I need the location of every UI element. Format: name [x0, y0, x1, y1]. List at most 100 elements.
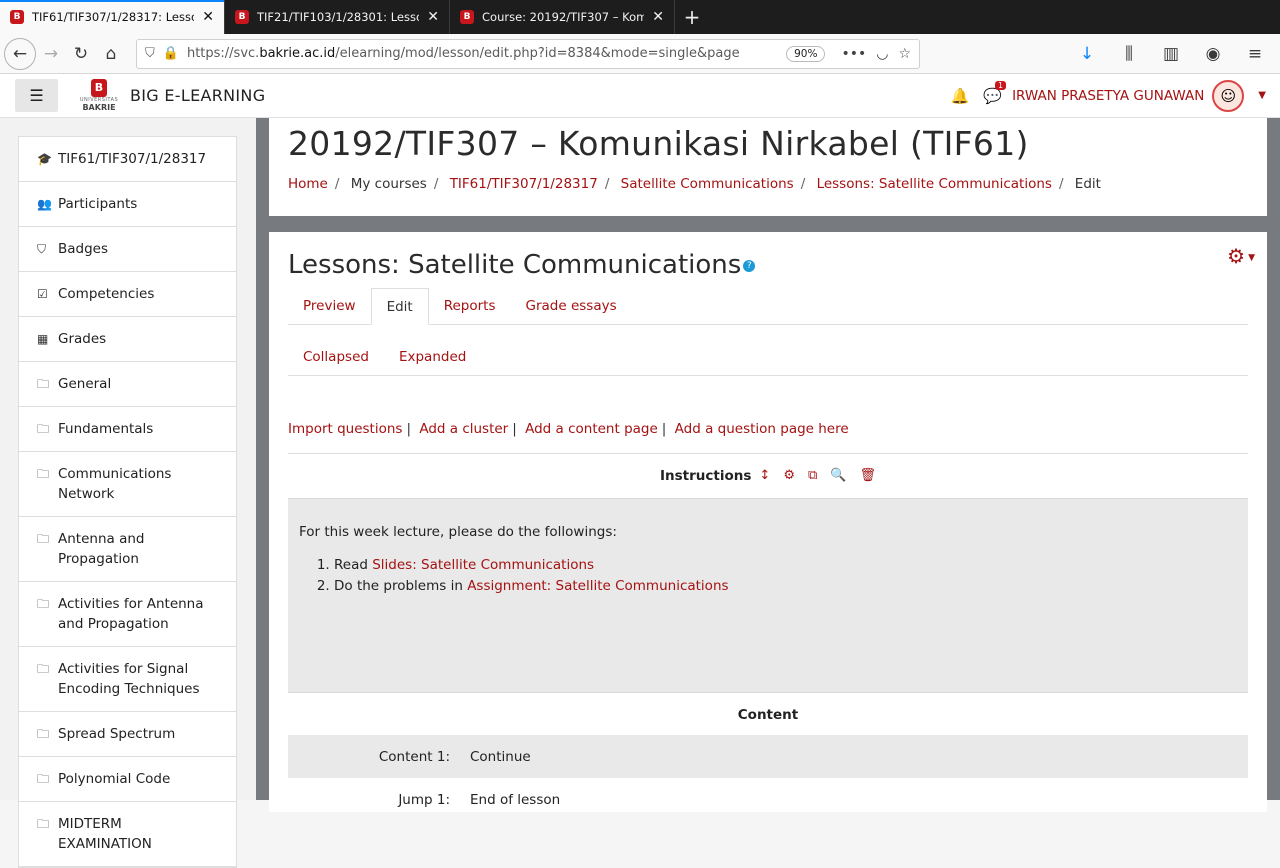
user-name[interactable]: IRWAN PRASETYA GUNAWAN	[1012, 88, 1204, 104]
breadcrumb-section[interactable]: Satellite Communications	[621, 176, 794, 192]
sidebar-item-polynomial-code[interactable]: 🗀 Polynomial Code	[19, 757, 236, 802]
preview-icon[interactable]: 🔍	[830, 468, 846, 483]
folder-icon: 🗀	[37, 727, 50, 741]
zoom-indicator[interactable]: 90%	[786, 45, 826, 62]
breadcrumb-course[interactable]: TIF61/TIF307/1/28317	[450, 176, 598, 192]
avatar[interactable]: ☺	[1212, 79, 1245, 112]
browser-tab-bar: B TIF61/TIF307/1/28317: Lesson ✕ B TIF21…	[0, 0, 1280, 34]
add-content-page-link[interactable]: Add a content page	[525, 421, 658, 437]
new-tab-button[interactable]: +	[675, 0, 709, 34]
move-icon[interactable]: ↕	[759, 468, 770, 483]
tab-expanded[interactable]: Expanded	[384, 339, 481, 375]
chevron-down-icon[interactable]: ▼	[1258, 90, 1266, 101]
library-icon[interactable]: ⫼	[1114, 39, 1144, 69]
site-header: ☰ B UNIVERSITAS BAKRIE BIG E-LEARNING 🔔 …	[0, 74, 1280, 118]
message-badge: 1	[994, 80, 1007, 90]
home-button[interactable]: ⌂	[96, 39, 126, 69]
notification-bell-icon[interactable]: 🔔	[951, 87, 970, 105]
browser-tab[interactable]: B TIF61/TIF307/1/28317: Lesson ✕	[0, 0, 225, 34]
instructions-list: Read Slides: Satellite Communications Do…	[334, 555, 1237, 597]
course-nav: 🎓 TIF61/TIF307/1/28317 👥 Participants ⛉ Bad…	[18, 136, 237, 868]
account-icon[interactable]: ◉	[1198, 39, 1228, 69]
assignment-link[interactable]: Assignment: Satellite Communications	[467, 578, 728, 594]
tab-edit[interactable]: Edit	[370, 288, 429, 325]
breadcrumb-home[interactable]: Home	[288, 176, 328, 192]
tab-reports[interactable]: Reports	[429, 288, 511, 324]
table-icon: ▦	[37, 332, 49, 346]
lesson-tabs: Preview Edit Reports Grade essays	[288, 288, 1248, 325]
site-logo[interactable]: B UNIVERSITAS BAKRIE	[76, 78, 122, 113]
page-title: 20192/TIF307 – Komunikasi Nirkabel (TIF6…	[288, 124, 1029, 163]
import-questions-link[interactable]: Import questions	[288, 421, 402, 437]
checkbox-icon: ☑	[37, 287, 48, 301]
breadcrumb-lesson[interactable]: Lessons: Satellite Communications	[817, 176, 1052, 192]
logo-mark-icon: B	[91, 78, 107, 97]
url-bar[interactable]: ⛉ 🔒 https://svc.bakrie.ac.id/elearning/m…	[136, 38, 920, 69]
close-icon[interactable]: ✕	[652, 9, 664, 25]
close-icon[interactable]: ✕	[427, 9, 439, 25]
duplicate-icon[interactable]: ⧉	[808, 468, 817, 483]
tab-preview[interactable]: Preview	[288, 288, 371, 324]
sidebar-item-label: Badges	[58, 241, 109, 257]
breadcrumb-my-courses: My courses	[350, 176, 427, 192]
trash-icon[interactable]: 🗑	[859, 468, 876, 483]
browser-tab[interactable]: B Course: 20192/TIF307 – Komu ✕	[450, 0, 675, 34]
sidebar-item-grades[interactable]: ▦ Grades	[19, 317, 236, 362]
forward-button[interactable]: →	[36, 39, 66, 69]
sidebar-item-communications-network[interactable]: 🗀 Communications Network	[19, 452, 236, 517]
tab-title: TIF21/TIF103/1/28301: Lesson	[257, 10, 420, 24]
folder-icon: 🗀	[37, 422, 50, 436]
sidebar-item-course[interactable]: 🎓 TIF61/TIF307/1/28317	[19, 137, 236, 182]
more-icon[interactable]: •••	[841, 46, 866, 62]
content-heading: Content	[737, 706, 799, 723]
sidebar-item-badges[interactable]: ⛉ Badges	[19, 227, 236, 272]
drawer-toggle-button[interactable]: ☰	[15, 79, 58, 112]
sidebar-item-activities-antenna[interactable]: 🗀 Activities for Antenna and Propagation	[19, 582, 236, 647]
back-button[interactable]: ←	[4, 37, 36, 70]
sidebar-icon[interactable]: ▥	[1156, 39, 1186, 69]
sidebar-item-participants[interactable]: 👥 Participants	[19, 182, 236, 227]
sidebar-item-competencies[interactable]: ☑ Competencies	[19, 272, 236, 317]
close-icon[interactable]: ✕	[202, 9, 214, 25]
site-name[interactable]: BIG E-LEARNING	[130, 86, 265, 105]
sidebar-item-midterm[interactable]: 🗀 MIDTERM EXAMINATION	[19, 802, 236, 867]
pocket-icon[interactable]: ◡	[876, 46, 888, 62]
folder-icon: 🗀	[37, 597, 50, 611]
sidebar-item-label: Grades	[58, 331, 107, 347]
tab-grade-essays[interactable]: Grade essays	[511, 288, 632, 324]
shield-icon: ⛉	[37, 242, 47, 256]
add-question-page-link[interactable]: Add a question page here	[675, 421, 849, 437]
favicon-icon: B	[460, 10, 474, 24]
table-row: Content 1: Continue	[288, 735, 1248, 778]
menu-icon[interactable]: ≡	[1240, 39, 1270, 69]
sidebar-item-general[interactable]: 🗀 General	[19, 362, 236, 407]
browser-toolbar: ← → ↻ ⌂ ⛉ 🔒 https://svc.bakrie.ac.id/ele…	[0, 34, 1280, 74]
help-icon[interactable]: ?	[743, 259, 756, 272]
sidebar-item-fundamentals[interactable]: 🗀 Fundamentals	[19, 407, 236, 452]
bookmark-star-icon[interactable]: ☆	[898, 46, 911, 62]
instructions-title: Instructions	[660, 467, 752, 484]
page-header-card: 20192/TIF307 – Komunikasi Nirkabel (TIF6…	[269, 118, 1267, 216]
users-icon: 👥	[37, 197, 52, 211]
sidebar-item-antenna-propagation[interactable]: 🗀 Antenna and Propagation	[19, 517, 236, 582]
sidebar-item-label: Communications Network	[58, 466, 172, 502]
browser-tab[interactable]: B TIF21/TIF103/1/28301: Lesson ✕	[225, 0, 450, 34]
message-icon[interactable]: 💬 1	[983, 80, 1007, 105]
download-icon[interactable]: ↓	[1072, 39, 1102, 69]
gear-icon[interactable]: ⚙	[783, 468, 795, 483]
reload-button[interactable]: ↻	[66, 39, 96, 69]
gear-icon: ⚙	[1227, 244, 1246, 268]
instructions-content: For this week lecture, please do the fol…	[288, 498, 1248, 693]
tab-collapsed[interactable]: Collapsed	[288, 339, 384, 375]
sidebar-item-label: Activities for Antenna and Propagation	[58, 596, 204, 632]
folder-icon: 🗀	[37, 817, 50, 831]
settings-menu-button[interactable]: ⚙ ▼	[1227, 244, 1255, 268]
row-value: Continue	[470, 748, 531, 765]
slides-link[interactable]: Slides: Satellite Communications	[372, 557, 594, 573]
instructions-intro: For this week lecture, please do the fol…	[299, 524, 617, 540]
sidebar-item-label: TIF61/TIF307/1/28317	[58, 151, 207, 167]
sidebar-item-activities-signal[interactable]: 🗀 Activities for Signal Encoding Techniqu…	[19, 647, 236, 712]
sidebar-item-spread-spectrum[interactable]: 🗀 Spread Spectrum	[19, 712, 236, 757]
add-cluster-link[interactable]: Add a cluster	[419, 421, 508, 437]
sidebar-item-label: MIDTERM EXAMINATION	[58, 816, 152, 852]
